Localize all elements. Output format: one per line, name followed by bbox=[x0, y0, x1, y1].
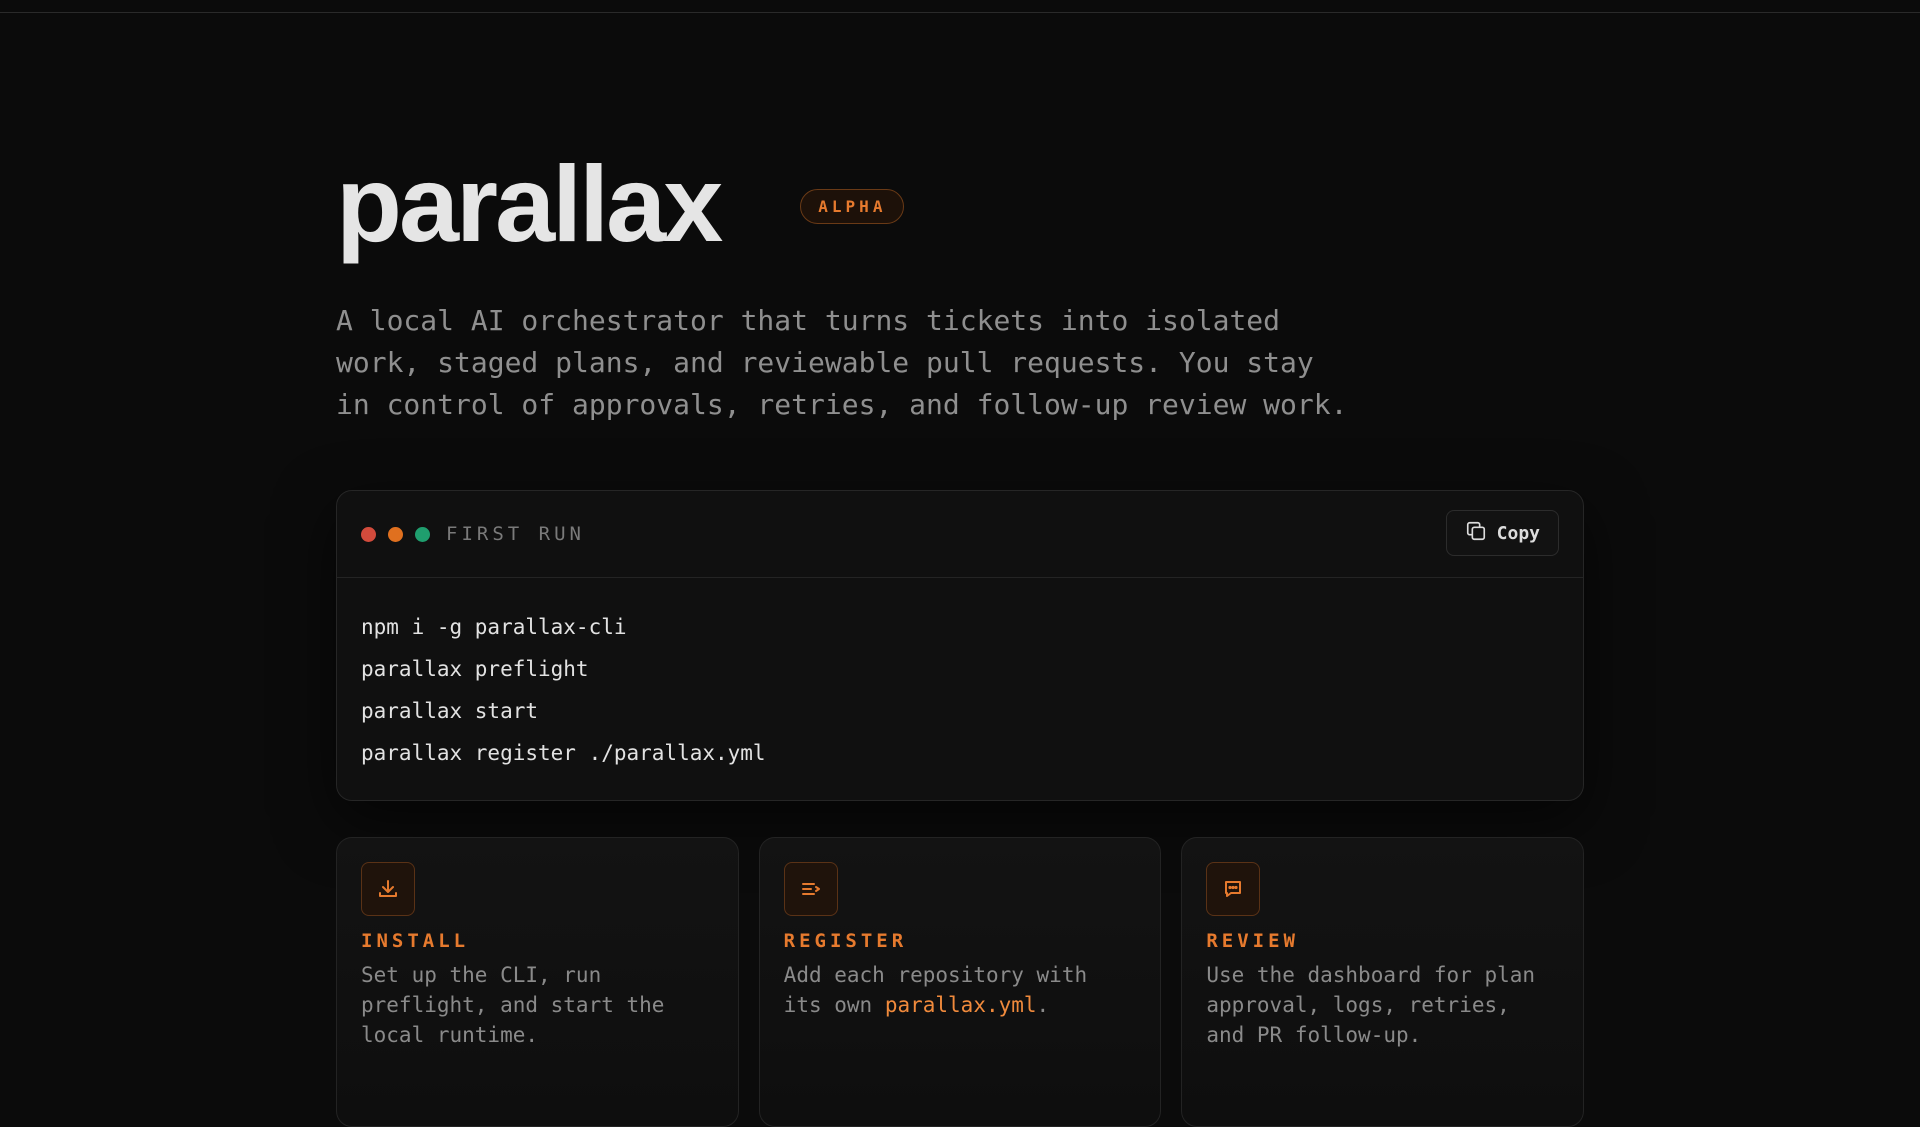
register-title: REGISTER bbox=[783, 930, 908, 952]
copy-label: Copy bbox=[1496, 522, 1540, 544]
command-line: npm i -g parallax-cli bbox=[361, 615, 627, 639]
copy-icon bbox=[1465, 520, 1487, 547]
config-filename: parallax.yml bbox=[884, 993, 1037, 1017]
copy-button[interactable]: Copy bbox=[1445, 510, 1559, 556]
install-title: INSTALL bbox=[361, 930, 470, 952]
download-icon bbox=[361, 862, 415, 916]
tagline: A local AI orchestrator that turns ticke… bbox=[336, 304, 1348, 421]
alpha-badge: ALPHA bbox=[800, 188, 905, 224]
orange-dot-icon bbox=[388, 526, 403, 542]
review-title: REVIEW bbox=[1206, 930, 1299, 952]
command-line: parallax preflight bbox=[361, 657, 589, 681]
terminal-body: npm i -g parallax-cli parallax preflight… bbox=[337, 578, 1583, 800]
terminal-header: FIRST RUN Copy bbox=[337, 491, 1583, 578]
top-divider bbox=[0, 12, 1920, 13]
page-title: parallax bbox=[336, 143, 723, 264]
red-dot-icon bbox=[361, 526, 376, 542]
hero-header: parallax ALPHA bbox=[336, 150, 1584, 258]
install-text: Set up the CLI, run preflight, and start… bbox=[361, 963, 665, 1047]
green-dot-icon bbox=[415, 526, 430, 542]
register-icon bbox=[783, 862, 838, 916]
register-text: Add each repository with its own paralla… bbox=[784, 960, 1137, 1020]
terminal-label: FIRST RUN bbox=[446, 523, 585, 545]
command-line: parallax register ./parallax.yml bbox=[361, 741, 766, 765]
install-card: INSTALL Set up the CLI, run preflight, a… bbox=[336, 837, 739, 1127]
chat-icon bbox=[1206, 862, 1261, 916]
review-text: Use the dashboard for plan approval, log… bbox=[1206, 963, 1536, 1047]
first-run-terminal: FIRST RUN Copy npm i -g parallax-cli par… bbox=[336, 490, 1584, 801]
review-card: REVIEW Use the dashboard for plan approv… bbox=[1181, 837, 1585, 1127]
step-cards: INSTALL Set up the CLI, run preflight, a… bbox=[336, 837, 1585, 1127]
register-card: REGISTER Add each repository with its ow… bbox=[758, 837, 1162, 1127]
main-content: parallax ALPHA A local AI orchestrator t… bbox=[336, 150, 1585, 1127]
command-line: parallax start bbox=[361, 699, 539, 723]
register-text-after: . bbox=[1036, 993, 1050, 1017]
